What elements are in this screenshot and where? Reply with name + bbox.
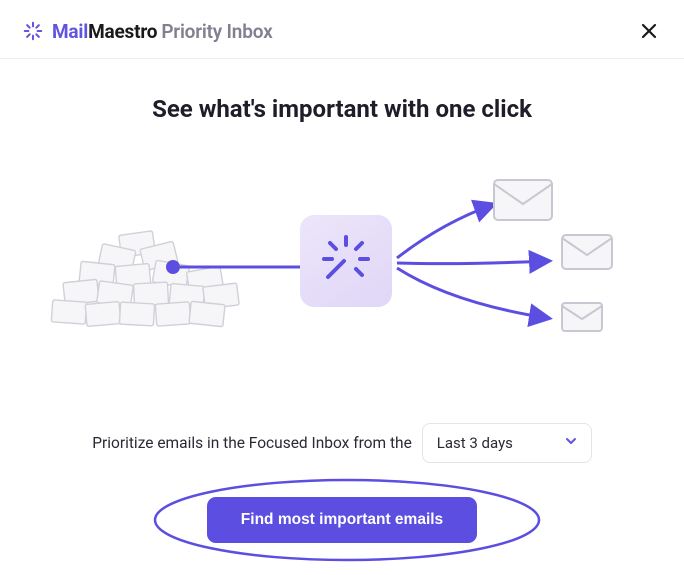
- dropdown-selected: Last 3 days: [437, 434, 513, 452]
- prioritize-label: Prioritize emails in the Focused Inbox f…: [92, 434, 412, 452]
- sparkle-wand-icon: [22, 20, 44, 42]
- illustration: [40, 183, 644, 343]
- close-button[interactable]: [636, 18, 662, 44]
- brand-mail: Mail: [52, 20, 88, 43]
- envelope-icon: [560, 233, 614, 275]
- brand-sub: Priority Inbox: [161, 20, 272, 43]
- time-range-dropdown[interactable]: Last 3 days: [422, 423, 592, 463]
- content: See what's important with one click: [0, 59, 684, 573]
- prioritize-controls: Prioritize emails in the Focused Inbox f…: [40, 423, 644, 463]
- header: MailMaestroPriority Inbox: [0, 0, 684, 59]
- brand-maestro: Maestro: [88, 20, 157, 43]
- cta-wrap: Find most important emails: [207, 497, 477, 543]
- close-icon: [640, 22, 658, 40]
- envelope-icon: [492, 178, 554, 226]
- find-important-emails-button[interactable]: Find most important emails: [207, 497, 477, 543]
- magic-wand-icon: [318, 231, 374, 291]
- mail-pile-icon: [50, 223, 250, 347]
- magic-wand-box: [300, 215, 392, 307]
- connector-line-icon: [165, 257, 315, 281]
- chevron-down-icon: [563, 433, 579, 453]
- brand-text: MailMaestroPriority Inbox: [52, 20, 272, 43]
- page-title: See what's important with one click: [40, 95, 644, 123]
- brand: MailMaestroPriority Inbox: [22, 20, 272, 43]
- envelope-icon: [560, 301, 604, 337]
